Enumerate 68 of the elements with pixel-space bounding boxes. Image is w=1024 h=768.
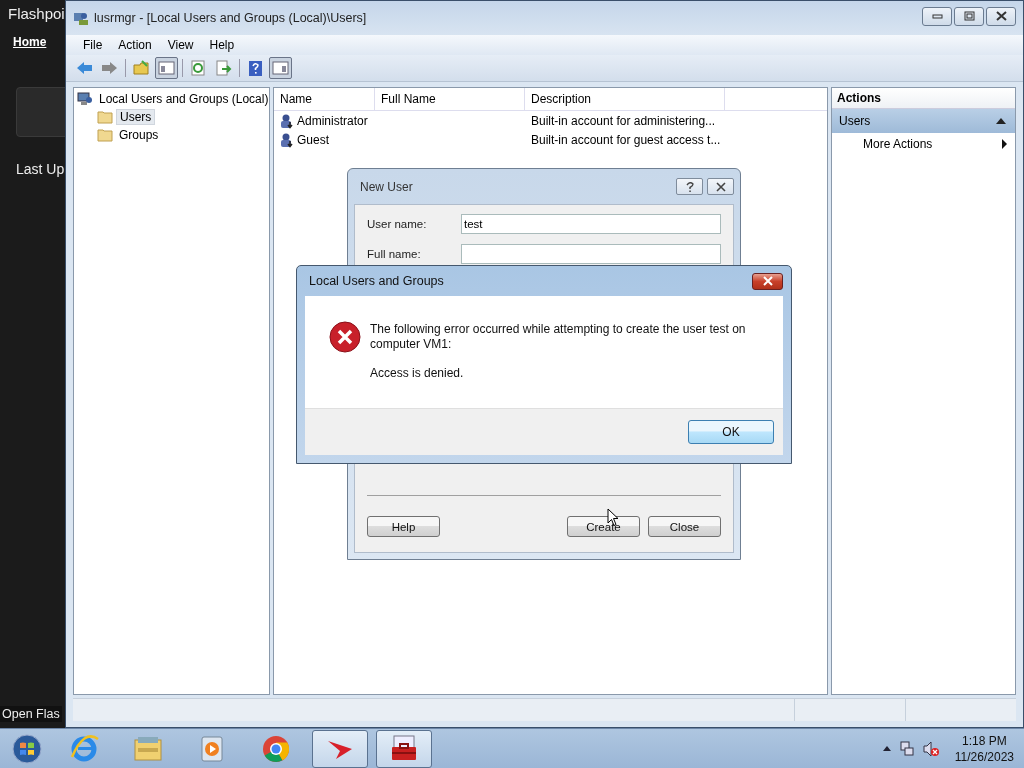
dialog-button[interactable]: Close — [648, 516, 721, 537]
dialog-title: Local Users and Groups — [309, 274, 444, 288]
error-icon — [329, 321, 361, 353]
user-icon — [279, 131, 295, 148]
taskbar-button[interactable] — [312, 729, 368, 768]
tree-item[interactable]: Users — [116, 109, 156, 125]
column-header[interactable]: Full Name — [375, 88, 525, 110]
clock-date[interactable]: 11/26/2023 — [954, 748, 1014, 765]
close-button[interactable] — [707, 178, 734, 195]
error-message: The following error occurred while attempting to create the user test on computer VM1: — [370, 322, 747, 352]
action-link[interactable]: More Actions — [832, 133, 1015, 155]
section-header[interactable]: Users — [832, 109, 1015, 133]
menu-item[interactable]: Action — [110, 38, 160, 52]
submenu-arrow-icon — [1002, 139, 1007, 149]
close-button[interactable] — [752, 272, 783, 290]
close-button[interactable] — [986, 6, 1016, 26]
table-cell-text: Built-in account for guest access t... — [530, 132, 722, 147]
show-hidden-icons-icon[interactable] — [882, 746, 891, 751]
menu-item[interactable]: Help — [201, 38, 243, 52]
network-icon[interactable] — [898, 740, 915, 757]
tree-item[interactable]: Groups — [116, 128, 162, 142]
computer-users-icon — [77, 91, 93, 107]
maximize-icon — [961, 9, 977, 23]
column-header[interactable]: Description — [525, 88, 725, 110]
maximize-button[interactable] — [954, 6, 984, 26]
input-field[interactable]: test — [461, 214, 721, 234]
help-icon — [246, 59, 265, 77]
help-button[interactable] — [676, 178, 703, 195]
users-icon — [73, 10, 89, 26]
folder-icon — [97, 110, 113, 124]
close-icon — [714, 180, 727, 193]
footer-text: Open Flas — [0, 706, 62, 722]
folder-icon — [97, 128, 113, 142]
folder-icon — [132, 59, 151, 77]
export-icon — [214, 59, 233, 77]
minimize-button[interactable] — [922, 6, 952, 26]
action-pane-button[interactable] — [269, 57, 292, 79]
close-icon — [761, 276, 774, 286]
menu-item[interactable]: File — [75, 38, 111, 52]
app-title: Flashpoi — [8, 5, 65, 22]
field-label: User name: — [367, 218, 428, 230]
column-header[interactable]: Name — [274, 88, 375, 110]
dialog-button[interactable]: Help — [367, 516, 440, 537]
forward-arrow-icon — [100, 59, 119, 77]
refresh-icon — [189, 59, 208, 77]
window-title: lusrmgr - [Local Users and Groups (Local)\Users] — [94, 11, 367, 25]
error-detail: Access is denied. — [370, 366, 465, 381]
user-icon — [279, 112, 295, 129]
collapse-icon — [996, 118, 1006, 124]
table-cell[interactable]: Administrator — [297, 113, 368, 128]
section-heading: Last Up — [16, 161, 65, 177]
table-cell-text: Built-in account for administering... — [530, 113, 717, 128]
table-cell[interactable]: Guest — [297, 132, 329, 147]
input-field[interactable] — [461, 244, 721, 264]
pane-toggle-icon — [157, 59, 176, 77]
nav-link[interactable]: Home — [13, 35, 47, 49]
back-arrow-icon — [75, 59, 94, 77]
action-pane-icon — [271, 59, 290, 77]
menu-item[interactable]: View — [159, 38, 202, 52]
ok-button[interactable]: OK — [688, 420, 774, 444]
dialog-title: New User — [360, 179, 413, 194]
muted-speaker-icon[interactable] — [922, 740, 939, 757]
dialog-button[interactable]: Create — [567, 516, 640, 537]
taskbar-button[interactable] — [376, 729, 432, 768]
tree-item[interactable]: Local Users and Groups (Local) — [96, 92, 272, 106]
field-label: Full name: — [367, 248, 422, 260]
pane-toggle-button[interactable] — [155, 57, 178, 79]
clock-time[interactable]: 1:18 PM — [962, 732, 1007, 749]
